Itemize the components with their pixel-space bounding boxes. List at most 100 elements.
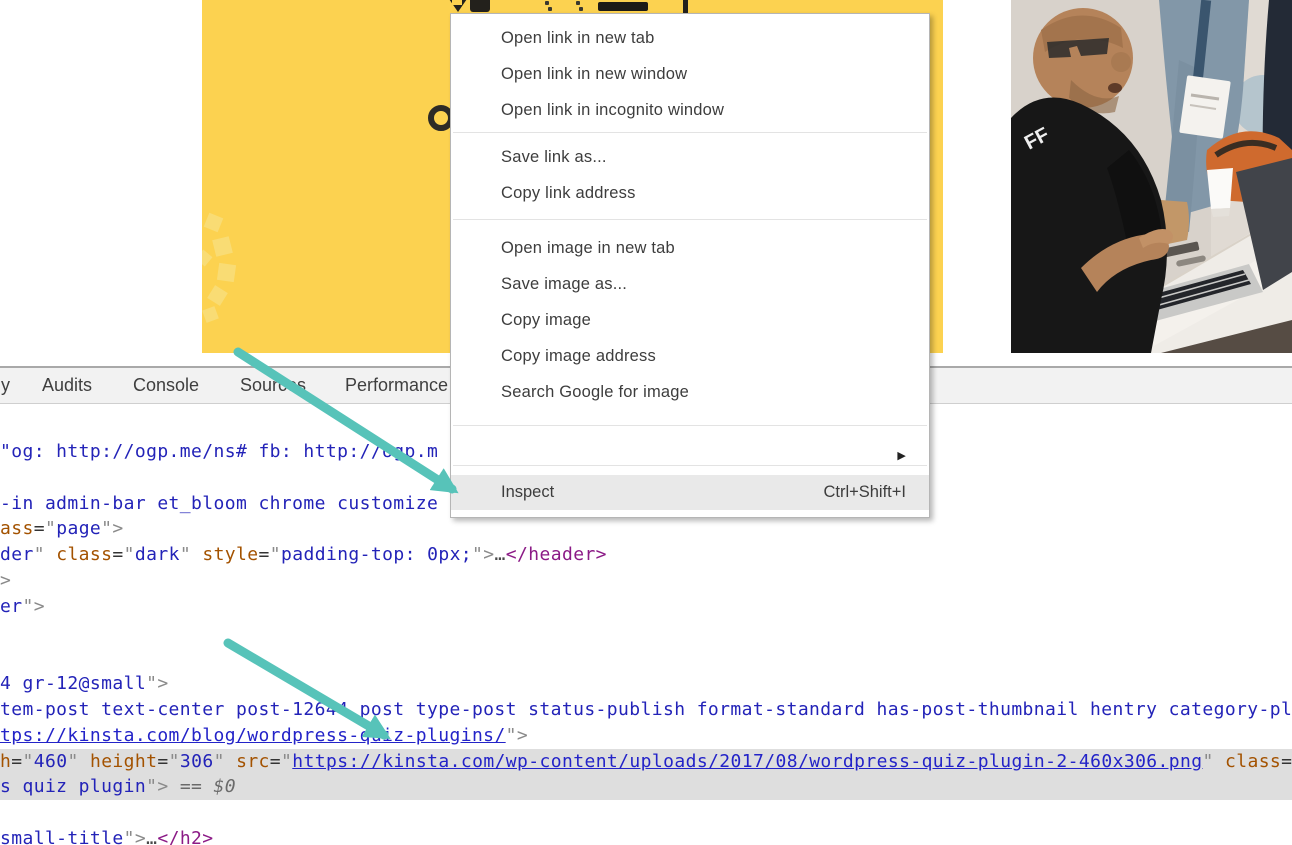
menu-separator <box>453 465 927 466</box>
confetti-shape <box>217 263 236 282</box>
code-token: = <box>259 544 270 565</box>
menu-item-open-image-new-tab[interactable]: Open image in new tab <box>451 230 929 266</box>
code-token: " <box>23 751 34 772</box>
code-token: " <box>214 751 236 772</box>
code-token: style <box>202 544 258 565</box>
code-token: = <box>34 518 45 539</box>
code-token: " <box>67 751 89 772</box>
pencil-icon <box>452 0 462 5</box>
code-token: der <box>0 544 34 565</box>
code-token: tem-post text-center post-12644 post typ… <box>0 699 1292 720</box>
code-token: "> <box>506 725 528 746</box>
menu-item-open-link-new-tab[interactable]: Open link in new tab <box>451 20 929 56</box>
confetti-shape <box>202 306 219 323</box>
code-line-selected[interactable]: s quiz plugin"> == $0 <box>0 774 1292 800</box>
code-token: src <box>236 751 270 772</box>
banner-artwork-fragment <box>598 2 648 11</box>
attribute-url-link[interactable]: tps://kinsta.com/blog/wordpress-quiz-plu… <box>0 725 506 746</box>
code-token: h <box>0 751 11 772</box>
code-line[interactable]: 4 gr-12@small"> <box>0 671 1292 697</box>
code-token: = <box>1281 751 1292 772</box>
code-token: height <box>90 751 157 772</box>
code-token: "> <box>146 776 180 797</box>
code-token: er <box>0 596 22 617</box>
code-token: 460 <box>34 751 68 772</box>
code-token: "> <box>124 828 146 845</box>
code-line[interactable]: > <box>0 568 1292 594</box>
code-token: " <box>124 544 135 565</box>
menu-item-open-link-incognito[interactable]: Open link in incognito window <box>451 92 929 128</box>
dotted-line-fragment <box>548 7 552 11</box>
code-token: " <box>45 518 56 539</box>
menu-item-copy-link-address[interactable]: Copy link address <box>451 175 929 211</box>
code-line[interactable]: small-title">…</h2> <box>0 826 1292 845</box>
code-token: " <box>270 544 281 565</box>
code-token: "> <box>472 544 494 565</box>
menu-item-extension-submenu[interactable]: ▶ <box>451 426 929 462</box>
code-token: … <box>146 828 157 845</box>
code-line[interactable]: er"> <box>0 594 1292 620</box>
conference-photo-illustration: FF <box>1011 0 1292 353</box>
code-token: "> <box>101 518 123 539</box>
code-token: " <box>180 544 202 565</box>
menu-item-open-link-new-window[interactable]: Open link in new window <box>451 56 929 92</box>
browser-viewport: { "colors": { "banner_yellow": "#FCD250"… <box>0 0 1292 845</box>
code-token: dark <box>135 544 180 565</box>
code-token: page <box>56 518 101 539</box>
confetti-shape <box>212 236 233 257</box>
code-token: … <box>495 544 506 565</box>
menu-item-copy-image[interactable]: Copy image <box>451 302 929 338</box>
menu-item-search-google-for-image[interactable]: Search Google for image <box>451 374 929 410</box>
banner-artwork-fragment <box>683 0 688 14</box>
code-token: 4 gr-12@small <box>0 673 146 694</box>
code-line[interactable] <box>0 620 1292 646</box>
code-token: 306 <box>180 751 214 772</box>
code-token: small-title <box>0 828 124 845</box>
menu-separator <box>453 132 927 133</box>
code-line-selected[interactable]: h="460" height="306" src="https://kinsta… <box>0 749 1292 775</box>
code-token: </h2> <box>157 828 213 845</box>
confetti-shape <box>202 250 212 267</box>
code-line[interactable]: tem-post text-center post-12644 post typ… <box>0 697 1292 723</box>
code-token: class <box>56 544 112 565</box>
code-token: "> <box>22 596 44 617</box>
code-token: padding-top: 0px; <box>281 544 472 565</box>
code-token: = <box>270 751 281 772</box>
code-line[interactable]: ass="page"> <box>0 516 1292 542</box>
conference-photo[interactable]: FF <box>1011 0 1292 353</box>
dotted-line-fragment <box>545 1 549 5</box>
code-token: = <box>157 751 168 772</box>
submenu-arrow-icon: ▶ <box>897 438 906 474</box>
menu-separator <box>453 219 927 220</box>
code-token: -in admin-bar et_bloom chrome customize <box>0 493 438 514</box>
tab-console[interactable]: Console <box>133 368 199 403</box>
code-token: " <box>34 544 56 565</box>
code-line[interactable] <box>0 645 1292 671</box>
code-token: "og: http://ogp.me/ns# fb: http://ogp.m <box>0 441 438 462</box>
code-token: = <box>112 544 123 565</box>
tab-performance[interactable]: Performance <box>345 368 448 403</box>
tab-sources[interactable]: Sources <box>240 368 306 403</box>
code-token: = <box>11 751 22 772</box>
code-token: s quiz plugin <box>0 776 146 797</box>
code-line[interactable]: der" class="dark" style="padding-top: 0p… <box>0 542 1292 568</box>
confetti-shape <box>204 213 224 233</box>
inspect-label: Inspect <box>501 483 554 501</box>
menu-item-inspect[interactable]: Inspect Ctrl+Shift+I <box>451 475 929 510</box>
menu-item-save-link-as[interactable]: Save link as... <box>451 139 929 175</box>
tab-audits[interactable]: Audits <box>42 368 92 403</box>
menu-item-save-image-as[interactable]: Save image as... <box>451 266 929 302</box>
tab-partial[interactable]: y <box>1 368 10 403</box>
dotted-line-fragment <box>576 1 580 5</box>
code-token: " <box>1203 751 1225 772</box>
menu-item-copy-image-address[interactable]: Copy image address <box>451 338 929 374</box>
code-token: ass <box>0 518 34 539</box>
banner-artwork-fragment <box>470 0 490 12</box>
attribute-url-link[interactable]: https://kinsta.com/wp-content/uploads/20… <box>292 751 1202 772</box>
code-token: " <box>169 751 180 772</box>
code-line[interactable]: tps://kinsta.com/blog/wordpress-quiz-plu… <box>0 723 1292 749</box>
code-line[interactable] <box>0 800 1292 826</box>
code-token: </header> <box>506 544 607 565</box>
code-token: "> <box>146 673 168 694</box>
code-token: " <box>281 751 292 772</box>
